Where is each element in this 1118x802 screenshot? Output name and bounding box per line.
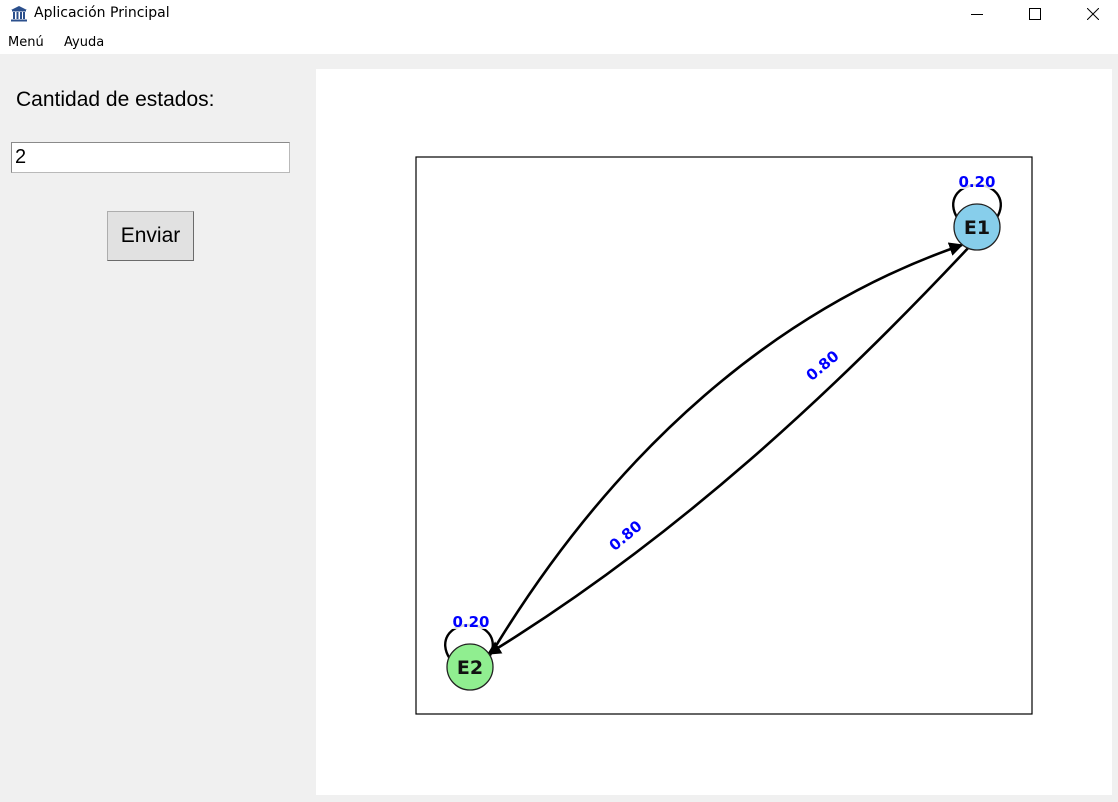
close-icon: [1087, 8, 1099, 20]
menu-item-ayuda[interactable]: Ayuda: [64, 35, 104, 50]
edge-e2-e1: [492, 242, 964, 650]
state-count-input[interactable]: [11, 142, 290, 173]
state-count-label: Cantidad de estados:: [16, 88, 215, 111]
node-e1: E1: [953, 203, 1001, 251]
edge-label-text: 0.20: [452, 613, 489, 631]
minimize-button[interactable]: [954, 0, 1000, 28]
graph-canvas: 0.20 0.20 0.80 0.80 E1 E2: [316, 69, 1112, 795]
maximize-button[interactable]: [1012, 0, 1058, 28]
node-label: E1: [964, 217, 990, 239]
window-title: Aplicación Principal: [34, 5, 170, 21]
plot-frame: [415, 156, 1033, 715]
left-panel: Cantidad de estados: Enviar: [0, 54, 316, 802]
send-button[interactable]: Enviar: [107, 211, 194, 261]
maximize-icon: [1029, 8, 1041, 20]
title-bar: Aplicación Principal: [0, 0, 1118, 28]
menu-bar: Menú Ayuda: [0, 28, 1118, 54]
edge-label-text: 0.20: [958, 173, 995, 191]
menu-item-menu[interactable]: Menú: [8, 35, 44, 50]
node-e2: E2: [446, 643, 494, 691]
node-label: E2: [457, 657, 483, 679]
bank-building-icon: [11, 6, 27, 22]
edge-e1-e2: [486, 245, 971, 656]
edge-label-e1-e1: 0.20: [956, 172, 998, 191]
edge-label-e2-e2: 0.20: [450, 612, 492, 631]
markov-graph: 0.20 0.20 0.80 0.80 E1 E2: [415, 156, 1033, 715]
minimize-icon: [971, 14, 983, 15]
close-button[interactable]: [1070, 0, 1116, 28]
